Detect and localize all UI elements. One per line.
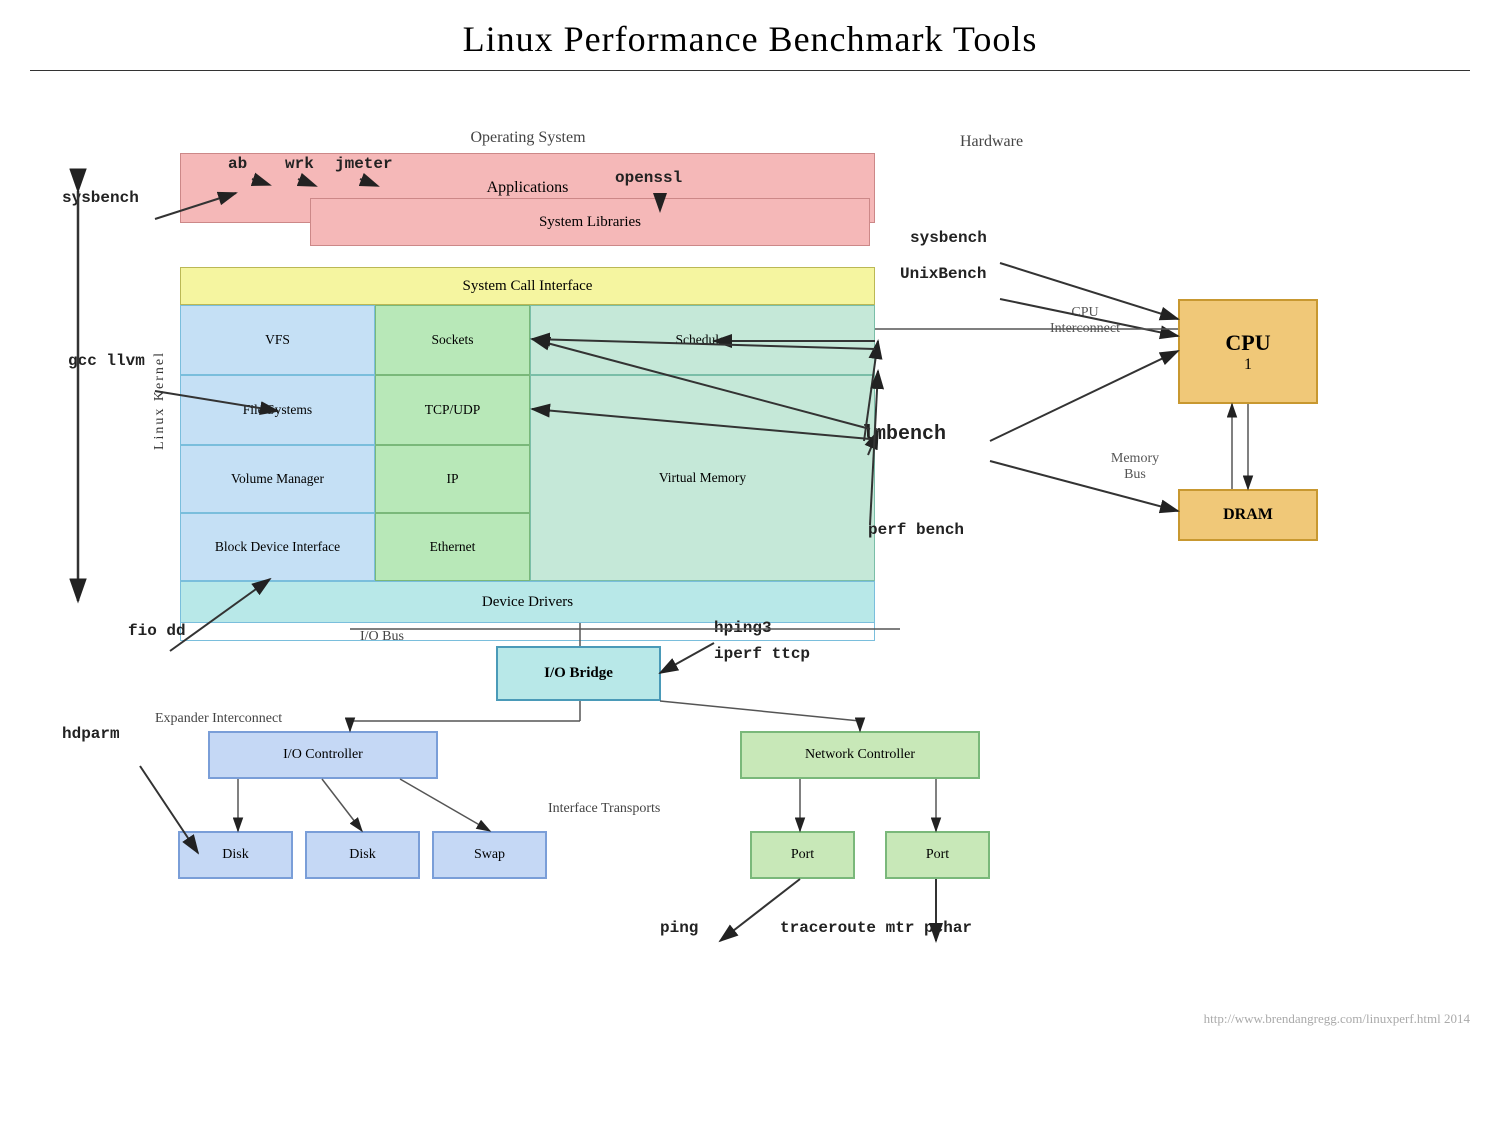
tool-sysbench-right: sysbench (910, 229, 987, 247)
tool-iperf-ttcp: iperf ttcp (714, 645, 810, 663)
syscall-label: System Call Interface (463, 278, 593, 295)
page-title: Linux Performance Benchmark Tools (0, 0, 1500, 70)
tool-ping: ping (660, 919, 698, 937)
filesystems-box: File Systems (180, 375, 375, 445)
tool-openssl: openssl (615, 169, 682, 187)
volume-manager-label: Volume Manager (231, 471, 324, 487)
tcp-udp-box: TCP/UDP (375, 375, 530, 445)
memory-bus-label: MemoryBus (1090, 451, 1180, 483)
io-controller-label: I/O Controller (283, 747, 363, 763)
port1-label: Port (791, 847, 814, 863)
footer-url: http://www.brendangregg.com/linuxperf.ht… (1204, 1011, 1470, 1027)
sockets-label: Sockets (432, 332, 474, 348)
device-drivers-label: Device Drivers (482, 594, 573, 611)
expander-interconnect-label: Expander Interconnect (155, 711, 282, 727)
dram-box: DRAM (1178, 489, 1318, 541)
system-libraries-label: System Libraries (539, 214, 641, 231)
sockets-box: Sockets (375, 305, 530, 375)
tool-fio-dd: fio dd (128, 619, 186, 643)
disk2-box: Disk (305, 831, 420, 879)
disk1-box: Disk (178, 831, 293, 879)
tool-traceroute: traceroute mtr pchar (780, 919, 972, 937)
tool-wrk: wrk (285, 155, 314, 173)
vfs-label: VFS (265, 332, 290, 348)
net-controller-box: Network Controller (740, 731, 980, 779)
port2-box: Port (885, 831, 990, 879)
disk2-label: Disk (349, 847, 375, 863)
virtual-memory-label: Virtual Memory (659, 470, 746, 486)
vfs-box: VFS (180, 305, 375, 375)
hardware-label: Hardware (960, 133, 1023, 151)
tool-sysbench-left: sysbench (62, 189, 139, 207)
tool-gcc-llvm: gcc llvm (68, 349, 145, 373)
ip-box: IP (375, 445, 530, 513)
cpu-label: CPU (1225, 330, 1270, 356)
iobus-label: I/O Bus (360, 629, 404, 645)
io-bridge-label: I/O Bridge (544, 665, 613, 682)
tool-perf-bench: perf bench (868, 521, 964, 539)
port1-box: Port (750, 831, 855, 879)
tcp-udp-label: TCP/UDP (425, 402, 481, 418)
tool-hdparm: hdparm (62, 725, 120, 743)
os-label: Operating System (178, 129, 878, 147)
port2-label: Port (926, 847, 949, 863)
tool-unixbench: UnixBench (900, 265, 986, 283)
scheduler-box: Scheduler (530, 305, 875, 375)
block-device-label: Block Device Interface (215, 539, 340, 555)
device-drivers-box: Device Drivers (180, 581, 875, 623)
system-libraries-box: System Libraries (310, 198, 870, 246)
volume-manager-box: Volume Manager (180, 445, 375, 513)
interface-transports-label: Interface Transports (548, 801, 660, 817)
filesystems-label: File Systems (243, 402, 312, 418)
block-device-box: Block Device Interface (180, 513, 375, 581)
ip-label: IP (446, 471, 458, 487)
tool-lmbench: lmbench (862, 423, 946, 446)
io-bridge-box: I/O Bridge (496, 646, 661, 701)
net-controller-label: Network Controller (805, 747, 915, 763)
cpu-num-label: 1 (1244, 356, 1252, 374)
scheduler-label: Scheduler (676, 332, 730, 348)
kernel-label: Linux Kernel (152, 351, 168, 450)
virtual-memory-box: Virtual Memory (530, 375, 875, 581)
ethernet-box: Ethernet (375, 513, 530, 581)
syscall-box: System Call Interface (180, 267, 875, 305)
dram-label: DRAM (1223, 506, 1273, 524)
cpu-interconnect-label: CPUInterconnect (1020, 305, 1150, 337)
main-diagram: Operating System Hardware Applications S… (0, 71, 1500, 1041)
swap-box: Swap (432, 831, 547, 879)
io-controller-box: I/O Controller (208, 731, 438, 779)
tool-hping3: hping3 (714, 619, 772, 637)
disk1-label: Disk (222, 847, 248, 863)
tool-ab: ab (228, 155, 247, 173)
tool-jmeter: jmeter (335, 155, 393, 173)
swap-label: Swap (474, 847, 505, 863)
ethernet-label: Ethernet (430, 539, 476, 555)
applications-label: Applications (487, 179, 569, 197)
cpu-box: CPU 1 (1178, 299, 1318, 404)
